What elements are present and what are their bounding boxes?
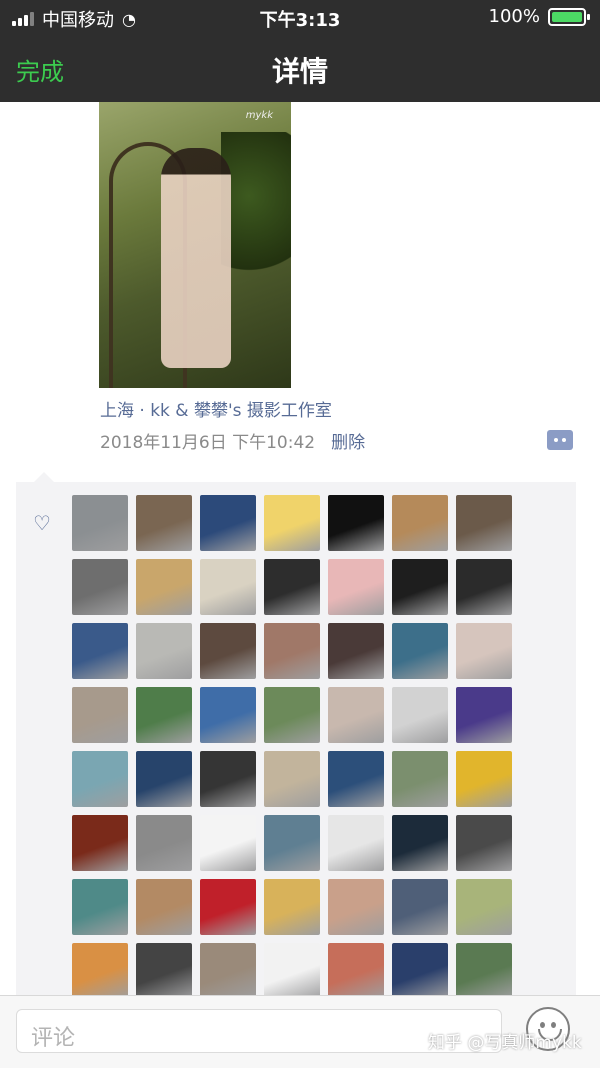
liker-avatar[interactable] <box>136 495 192 551</box>
photo-plant-shape <box>221 132 291 292</box>
page-title: 详情 <box>271 55 328 88</box>
liker-avatar[interactable] <box>200 495 256 551</box>
photo-watermark: mykk <box>245 110 273 121</box>
liker-avatar[interactable] <box>456 751 512 807</box>
status-bar: 中国移动 ◔ 下午3:13 100% <box>0 0 600 34</box>
liker-avatar[interactable] <box>328 687 384 743</box>
liker-avatar[interactable] <box>328 495 384 551</box>
post-timestamp: 2018年11月6日 下午10:42 <box>100 433 316 453</box>
liker-avatar[interactable] <box>136 623 192 679</box>
post-meta: 2018年11月6日 下午10:42 删除 <box>100 428 365 453</box>
liker-avatar[interactable] <box>200 687 256 743</box>
liker-avatar[interactable] <box>264 815 320 871</box>
liker-avatar[interactable] <box>456 495 512 551</box>
likes-panel-pointer <box>34 472 54 482</box>
liker-avatar[interactable] <box>72 879 128 935</box>
liker-avatar[interactable] <box>200 559 256 615</box>
liker-avatar[interactable] <box>392 495 448 551</box>
liker-avatar[interactable] <box>456 879 512 935</box>
liker-avatar[interactable] <box>328 943 384 999</box>
liker-avatar[interactable] <box>328 815 384 871</box>
status-right: 100% <box>488 6 590 27</box>
liker-avatar[interactable] <box>264 623 320 679</box>
liker-avatar[interactable] <box>72 943 128 999</box>
liker-avatar[interactable] <box>456 623 512 679</box>
liker-avatar[interactable] <box>392 943 448 999</box>
liker-avatar[interactable] <box>328 751 384 807</box>
heart-icon: ♡ <box>33 511 51 535</box>
liker-avatar[interactable] <box>136 943 192 999</box>
liker-avatar[interactable] <box>200 815 256 871</box>
liker-avatar[interactable] <box>392 751 448 807</box>
liker-avatar[interactable] <box>136 879 192 935</box>
liker-avatar[interactable] <box>136 815 192 871</box>
liker-avatar[interactable] <box>72 495 128 551</box>
liker-avatar[interactable] <box>72 559 128 615</box>
battery-percent: 100% <box>488 6 540 27</box>
comment-menu-button[interactable] <box>547 430 573 450</box>
liker-avatar[interactable] <box>72 815 128 871</box>
nav-bar: 完成 详情 <box>0 34 600 102</box>
liker-avatar[interactable] <box>72 751 128 807</box>
liker-avatar[interactable] <box>456 559 512 615</box>
liker-avatar[interactable] <box>392 559 448 615</box>
liker-avatar[interactable] <box>264 751 320 807</box>
liker-avatar[interactable] <box>456 815 512 871</box>
liker-avatar[interactable] <box>264 879 320 935</box>
liker-avatar[interactable] <box>456 687 512 743</box>
likes-avatar-grid <box>72 495 520 1007</box>
liker-avatar[interactable] <box>264 687 320 743</box>
liker-avatar[interactable] <box>328 623 384 679</box>
liker-avatar[interactable] <box>328 559 384 615</box>
liker-avatar[interactable] <box>264 495 320 551</box>
liker-avatar[interactable] <box>200 751 256 807</box>
delete-link[interactable]: 删除 <box>331 433 365 453</box>
liker-avatar[interactable] <box>72 687 128 743</box>
post-photo[interactable]: mykk <box>99 102 291 388</box>
photo-figure-shape <box>161 148 231 368</box>
liker-avatar[interactable] <box>328 879 384 935</box>
likes-panel: ♡ <box>16 472 576 1002</box>
liker-avatar[interactable] <box>264 943 320 999</box>
battery-icon <box>548 7 590 26</box>
source-watermark: 知乎 @写真师mykk <box>428 1033 582 1053</box>
liker-avatar[interactable] <box>200 943 256 999</box>
liker-avatar[interactable] <box>136 687 192 743</box>
liker-avatar[interactable] <box>392 687 448 743</box>
liker-avatar[interactable] <box>136 751 192 807</box>
liker-avatar[interactable] <box>456 943 512 999</box>
liker-avatar[interactable] <box>136 559 192 615</box>
liker-avatar[interactable] <box>392 815 448 871</box>
liker-avatar[interactable] <box>392 623 448 679</box>
liker-avatar[interactable] <box>200 623 256 679</box>
liker-avatar[interactable] <box>392 879 448 935</box>
liker-avatar[interactable] <box>200 879 256 935</box>
post-location-link[interactable]: 上海 · kk & 攀攀's 摄影工作室 <box>100 396 332 421</box>
liker-avatar[interactable] <box>72 623 128 679</box>
liker-avatar[interactable] <box>264 559 320 615</box>
